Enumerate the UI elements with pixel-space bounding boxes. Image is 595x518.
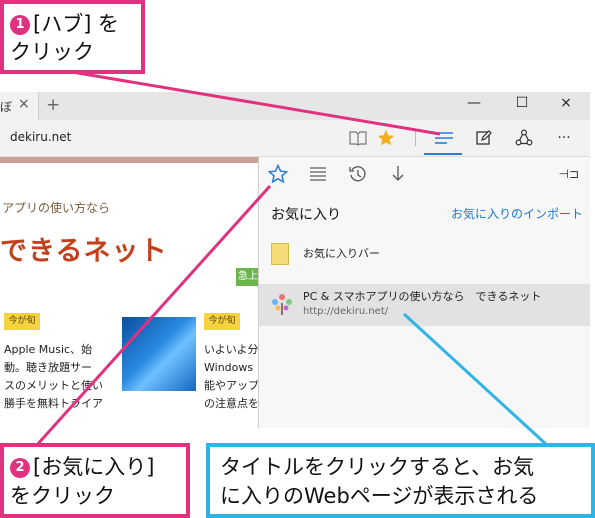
callout-text: に入りのWebページが表示される <box>220 484 539 508</box>
callout-text: クリック <box>10 40 94 64</box>
step-number: 2 <box>10 458 30 478</box>
callout-text: [ハブ] を <box>33 12 120 36</box>
hub-leader-line <box>71 70 441 136</box>
note-callout: タイトルをクリックすると、お気 に入りのWebページが表示される <box>206 443 595 518</box>
callout-text: [お気に入り] <box>33 455 155 479</box>
favorites-leader-line <box>34 184 272 448</box>
callout-text: をクリック <box>10 484 115 508</box>
callout-lines <box>34 70 550 448</box>
step-number: 1 <box>10 15 30 35</box>
note-leader-line <box>402 312 550 448</box>
favorites-callout: 2 [お気に入り] をクリック <box>0 443 190 518</box>
hub-callout: 1 [ハブ] を クリック <box>0 0 145 74</box>
callout-text: タイトルをクリックすると、お気 <box>220 455 535 479</box>
